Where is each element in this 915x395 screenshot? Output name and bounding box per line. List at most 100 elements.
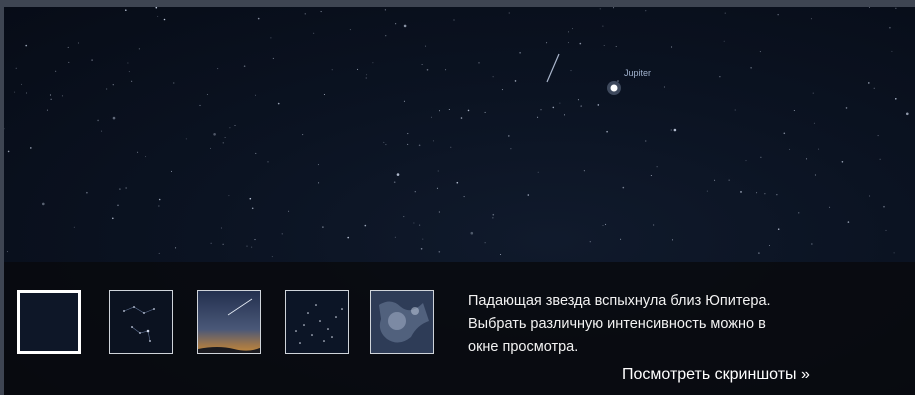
- star: [255, 152, 257, 154]
- star: [270, 37, 272, 39]
- jupiter-planet[interactable]: [610, 84, 618, 92]
- star: [145, 156, 147, 158]
- thumbnail-5[interactable]: [370, 290, 434, 354]
- thumbnail-2[interactable]: [109, 290, 173, 354]
- star: [579, 42, 582, 45]
- view-screenshots-link[interactable]: Посмотреть скриншоты »: [622, 366, 810, 384]
- star: [889, 26, 891, 29]
- star: [734, 109, 736, 111]
- star: [173, 82, 175, 84]
- star: [450, 146, 452, 148]
- star: [365, 77, 367, 79]
- star: [106, 88, 108, 90]
- star: [384, 9, 386, 11]
- star: [617, 80, 619, 82]
- star: [119, 188, 121, 190]
- star: [537, 116, 539, 118]
- star: [777, 14, 779, 16]
- star: [42, 202, 45, 206]
- star: [322, 226, 324, 228]
- thumbnail-4[interactable]: [285, 290, 349, 354]
- star: [112, 84, 114, 86]
- star: [426, 69, 429, 71]
- star: [68, 61, 70, 63]
- jupiter-label: Jupiter: [624, 68, 652, 78]
- star: [73, 226, 75, 228]
- star: [814, 174, 816, 176]
- star: [606, 130, 608, 133]
- star: [508, 135, 510, 137]
- star: [171, 170, 172, 172]
- star: [453, 19, 455, 21]
- star: [567, 42, 569, 44]
- star: [385, 144, 387, 146]
- star: [49, 94, 51, 96]
- star: [891, 50, 893, 52]
- star: [740, 191, 742, 193]
- star: [395, 23, 397, 25]
- star: [622, 186, 625, 189]
- star: [220, 227, 222, 229]
- star: [302, 134, 304, 136]
- star: [895, 98, 897, 100]
- star: [470, 231, 474, 235]
- star: [437, 170, 439, 172]
- star: [519, 52, 521, 54]
- star: [564, 114, 565, 116]
- star: [467, 109, 470, 112]
- star: [125, 187, 127, 189]
- star: [841, 161, 844, 163]
- star: [185, 138, 187, 140]
- star: [50, 98, 52, 100]
- star: [418, 144, 421, 147]
- star: [138, 48, 140, 50]
- star: [650, 175, 652, 176]
- star: [714, 179, 716, 181]
- sky-view[interactable]: Jupiter Падающая звезда вспыхнула близ Ю…: [4, 7, 915, 395]
- star: [421, 64, 423, 65]
- star: [403, 24, 407, 28]
- star: [347, 236, 350, 239]
- star: [806, 158, 807, 160]
- star: [877, 135, 879, 137]
- thumbnail-1[interactable]: [17, 290, 81, 354]
- star: [229, 127, 231, 129]
- star: [272, 57, 274, 59]
- star: [425, 45, 427, 47]
- star: [224, 137, 226, 138]
- star: [21, 83, 22, 85]
- star: [645, 10, 647, 12]
- screenshot-frame: Jupiter Падающая звезда вспыхнула близ Ю…: [0, 0, 915, 395]
- star: [847, 221, 850, 223]
- star: [484, 111, 486, 113]
- star: [55, 70, 57, 72]
- star: [602, 225, 604, 226]
- star: [583, 170, 585, 172]
- star: [199, 104, 201, 106]
- star: [500, 254, 502, 255]
- star: [798, 212, 800, 214]
- star: [510, 148, 512, 150]
- star: [559, 102, 561, 104]
- star: [769, 245, 770, 246]
- star: [383, 141, 385, 143]
- star: [885, 229, 887, 231]
- deep-sky-map-icon: [371, 291, 433, 353]
- star: [246, 245, 248, 247]
- star: [175, 247, 177, 249]
- star: [783, 132, 786, 135]
- star: [15, 67, 17, 69]
- star: [745, 160, 747, 162]
- star: [728, 179, 730, 181]
- star: [546, 42, 548, 44]
- star: [304, 13, 306, 15]
- star: [906, 112, 909, 116]
- star: [234, 125, 236, 126]
- star: [366, 74, 368, 76]
- star: [764, 193, 766, 195]
- star: [438, 251, 441, 253]
- constellation-icon: [110, 291, 172, 353]
- star: [879, 158, 881, 160]
- star: [394, 236, 396, 238]
- thumbnail-3[interactable]: [197, 290, 261, 354]
